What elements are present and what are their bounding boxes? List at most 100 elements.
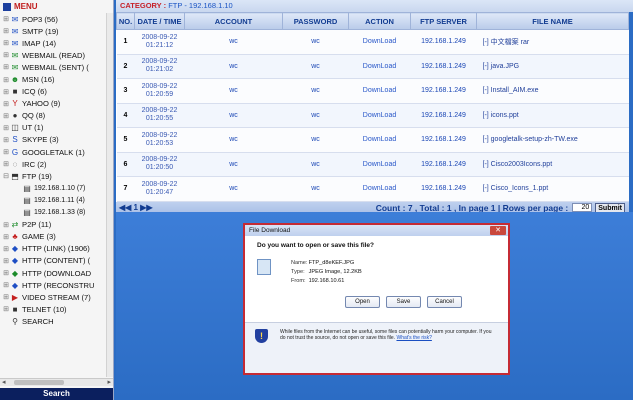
row-action-link[interactable]: DownLoad — [348, 29, 411, 55]
rows-per-page-input[interactable]: 20 — [572, 203, 593, 212]
save-button[interactable]: Save — [386, 296, 421, 308]
table-row[interactable]: 4 2008-09-22 01:20:55 wc wc DownLoad 192.168.1… — [116, 103, 629, 128]
scroll-right-icon[interactable]: ▸ — [107, 378, 111, 386]
expand-toggle-icon[interactable]: ⊞ — [2, 221, 10, 229]
expand-toggle-icon[interactable]: ⊞ — [2, 15, 10, 23]
row-file-name[interactable]: [-] java.JPG — [476, 54, 629, 79]
table-row[interactable]: 3 2008-09-22 01:20:59 wc wc DownLoad 192.168.1… — [116, 78, 629, 104]
horizontal-scrollbar[interactable]: ◂ ▸ — [0, 378, 113, 386]
expand-toggle-icon[interactable]: ⊞ — [2, 148, 10, 156]
header-account[interactable]: ACCOUNT — [184, 12, 283, 30]
close-icon[interactable]: ✕ — [490, 226, 506, 235]
row-file-name[interactable]: [-] Install_AIM.exe — [476, 78, 629, 104]
sidebar-subitem-ftp-host[interactable]: ▤ 192.168.1.11 (4) — [2, 194, 113, 206]
row-file-name[interactable]: [-] Cisco2003Icons.ppt — [476, 152, 629, 177]
header-password[interactable]: PASSWORD — [282, 12, 349, 30]
vertical-scrollbar[interactable] — [106, 13, 113, 377]
row-action-link[interactable]: DownLoad — [348, 78, 411, 104]
sidebar-item[interactable]: ⊟ ⬒ FTP (19) — [2, 170, 113, 182]
expand-toggle-icon[interactable]: ⊞ — [2, 51, 10, 59]
sidebar-item[interactable]: ⊞ S SKYPE (3) — [2, 134, 113, 146]
page-nav[interactable]: ◀◀ 1 ▶▶ — [119, 203, 153, 212]
expand-toggle-icon[interactable]: ⊟ — [2, 172, 10, 180]
row-action-link[interactable]: DownLoad — [348, 152, 411, 177]
sidebar-item[interactable]: ⊞ ● QQ (8) — [2, 110, 113, 122]
sidebar-item-label: HTTP (DOWNLOAD — [22, 268, 92, 278]
sidebar-item[interactable]: ⊞ ✉ WEBMAIL (READ) — [2, 49, 113, 61]
row-number: 5 — [116, 127, 135, 153]
sidebar-item[interactable]: ⊞ ▶ VIDEO STREAM (7) — [2, 291, 113, 303]
expand-toggle-icon[interactable]: ⊞ — [2, 112, 10, 120]
expand-toggle-icon[interactable]: ⊞ — [2, 293, 10, 301]
row-file-name[interactable]: [-] googletalk-setup-zh-TW.exe — [476, 127, 629, 153]
table-row[interactable]: 7 2008-09-22 01:20:47 wc wc DownLoad 192.168.1… — [116, 176, 629, 202]
sidebar-subitem-ftp-host[interactable]: ▤ 192.168.1.33 (8) — [2, 207, 113, 219]
sidebar-item[interactable]: ⊞ ✉ WEBMAIL (SENT) ( — [2, 61, 113, 73]
sidebar-item[interactable]: ⊞ ◆ HTTP (CONTENT) ( — [2, 255, 113, 267]
risk-link[interactable]: What's the risk? — [396, 335, 431, 341]
row-action-link[interactable]: DownLoad — [348, 127, 411, 153]
expand-toggle-icon[interactable]: ⊞ — [2, 63, 10, 71]
expand-toggle-icon[interactable]: ⊞ — [2, 257, 10, 265]
sidebar-item-label: P2P (11) — [22, 220, 52, 230]
table-row[interactable]: 2 2008-09-22 01:21:02 wc wc DownLoad 192.168.1… — [116, 54, 629, 79]
sidebar-item[interactable]: ⊞ ♣ GAME (3) — [2, 231, 113, 243]
table-row[interactable]: 1 2008-09-22 01:21:12 wc wc DownLoad 192.168.1… — [116, 29, 629, 55]
header-file-name[interactable]: FILE NAME — [476, 12, 629, 30]
row-date: 2008-09-22 — [141, 107, 178, 115]
expand-toggle-icon[interactable]: ⊞ — [2, 76, 10, 84]
sidebar-item[interactable]: ⊞ ◆ HTTP (LINK) (1906) — [2, 243, 113, 255]
header-date-time[interactable]: DATE / TIME — [134, 12, 185, 30]
expand-toggle-icon[interactable]: ⊞ — [2, 269, 10, 277]
expand-toggle-icon[interactable]: ⊞ — [2, 39, 10, 47]
table-row[interactable]: 5 2008-09-22 01:20:53 wc wc DownLoad 192.168.1… — [116, 127, 629, 153]
sidebar-item[interactable]: ⊞ ◆ HTTP (RECONSTRU — [2, 279, 113, 291]
sidebar-subitem-label: 192.168.1.10 (7) — [34, 184, 86, 192]
row-file-name[interactable]: [-] 中文檔案 rar — [476, 29, 629, 55]
search-button[interactable]: Search — [0, 388, 113, 400]
sidebar-item[interactable]: ⚲ SEARCH — [2, 315, 113, 327]
header-ftp-server[interactable]: FTP SERVER — [410, 12, 477, 30]
row-file-name[interactable]: [-] icons.ppt — [476, 103, 629, 128]
expand-toggle-icon[interactable]: ⊞ — [2, 233, 10, 241]
row-action-link[interactable]: DownLoad — [348, 176, 411, 202]
expand-toggle-icon[interactable]: ⊞ — [2, 160, 10, 168]
expand-toggle-icon[interactable]: ⊞ — [2, 100, 10, 108]
sidebar-item[interactable]: ⊞ ◆ HTTP (DOWNLOAD — [2, 267, 113, 279]
expand-toggle-icon[interactable]: ⊞ — [2, 27, 10, 35]
row-action-link[interactable]: DownLoad — [348, 103, 411, 128]
open-button[interactable]: Open — [345, 296, 380, 308]
sidebar-item[interactable]: ⊞ ◫ UT (1) — [2, 122, 113, 134]
row-action-link[interactable]: DownLoad — [348, 54, 411, 79]
googletalk-icon: G — [11, 147, 19, 157]
cancel-button[interactable]: Cancel — [427, 296, 462, 308]
header-no[interactable]: NO. — [116, 12, 135, 30]
sidebar-item[interactable]: ⊞ ✉ POP3 (56) — [2, 13, 113, 25]
sidebar-item[interactable]: ⊞ ◌ IRC (2) — [2, 158, 113, 170]
expand-toggle-icon[interactable]: ⊞ — [2, 305, 10, 313]
expand-toggle-icon[interactable]: ⊞ — [2, 88, 10, 96]
submit-button[interactable]: Submit — [595, 202, 625, 213]
scroll-left-icon[interactable]: ◂ — [2, 378, 6, 386]
row-number: 6 — [116, 152, 135, 177]
row-account: wc — [184, 78, 283, 104]
expand-toggle-icon[interactable]: ⊞ — [2, 281, 10, 289]
sidebar-item[interactable]: ⊞ ■ ICQ (6) — [2, 86, 113, 98]
table-row[interactable]: 6 2008-09-22 01:20:50 wc wc DownLoad 192.168.1… — [116, 152, 629, 177]
expand-toggle-icon[interactable]: ⊞ — [2, 245, 10, 253]
sidebar-item[interactable]: ⊞ Y YAHOO (9) — [2, 98, 113, 110]
sidebar-item[interactable]: ⊞ ⇄ P2P (11) — [2, 219, 113, 231]
file-download-dialog: File Download ✕ Do you want to open or s… — [243, 223, 510, 375]
sidebar-item[interactable]: ⊞ ■ TELNET (10) — [2, 303, 113, 315]
sidebar-item[interactable]: ⊞ ✉ SMTP (19) — [2, 25, 113, 37]
expand-toggle-icon[interactable]: ⊞ — [2, 136, 10, 144]
row-file-name[interactable]: [-] Cisco_Icons_1.ppt — [476, 176, 629, 202]
sidebar-subitem-ftp-host[interactable]: ▤ 192.168.1.10 (7) — [2, 182, 113, 194]
row-time: 01:20:47 — [145, 188, 174, 196]
expand-toggle-icon[interactable]: ⊞ — [2, 124, 10, 132]
header-action[interactable]: ACTION — [348, 12, 411, 30]
scroll-thumb[interactable] — [14, 380, 64, 385]
sidebar-item[interactable]: ⊞ G GOOGLETALK (1) — [2, 146, 113, 158]
sidebar-item[interactable]: ⊞ ☻ MSN (16) — [2, 73, 113, 85]
sidebar-item[interactable]: ⊞ ✉ IMAP (14) — [2, 37, 113, 49]
